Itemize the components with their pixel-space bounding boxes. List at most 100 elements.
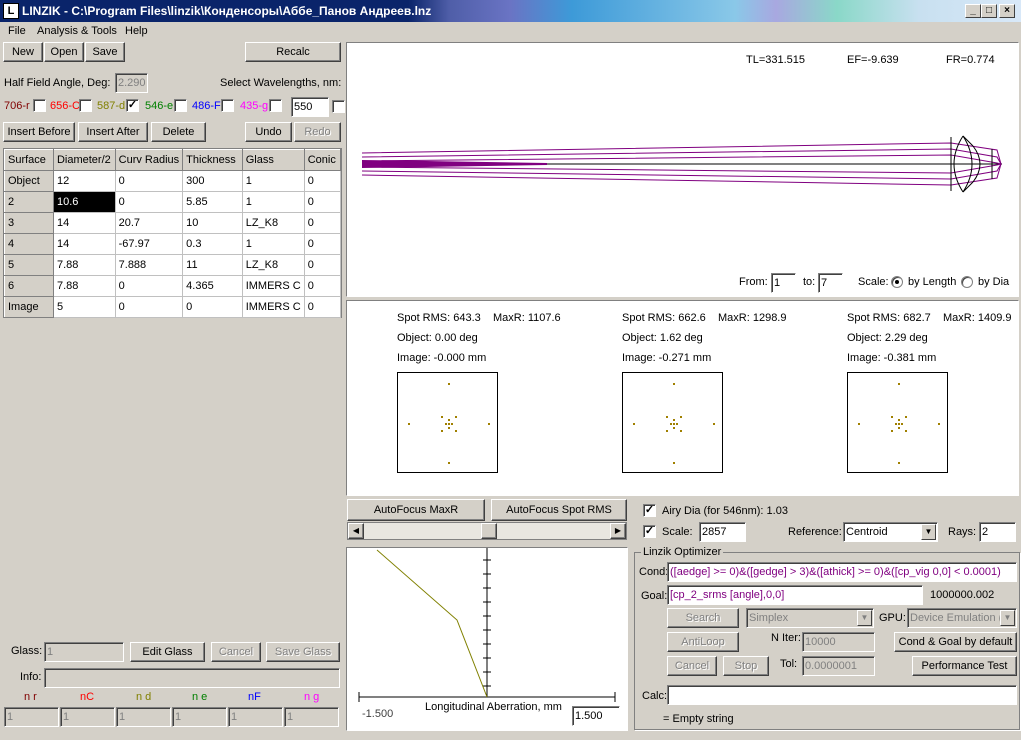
- rays-input[interactable]: 2: [979, 522, 1016, 542]
- optimizer-cancel-button[interactable]: Cancel: [667, 656, 717, 676]
- table-cell[interactable]: 0.3: [182, 233, 243, 255]
- row-header[interactable]: Image: [4, 296, 54, 318]
- menu-file[interactable]: File: [8, 25, 26, 37]
- performance-test-button[interactable]: Performance Test: [912, 656, 1017, 676]
- wavelength-checkbox-3[interactable]: [174, 99, 187, 112]
- insert-before-button[interactable]: Insert Before: [3, 122, 75, 142]
- scale-by-length-radio[interactable]: [891, 276, 903, 288]
- table-cell[interactable]: 0: [182, 296, 243, 318]
- table-cell[interactable]: -67.97: [115, 233, 184, 255]
- search-button[interactable]: Search: [667, 608, 739, 628]
- row-header[interactable]: 5: [4, 254, 54, 276]
- minimize-button[interactable]: _: [965, 4, 981, 18]
- wavelength-checkbox-1[interactable]: [79, 99, 92, 112]
- table-cell[interactable]: 0: [304, 296, 342, 318]
- table-cell[interactable]: IMMERS C: [242, 275, 305, 297]
- table-cell[interactable]: 0: [304, 191, 342, 213]
- focus-scrollbar[interactable]: ◀ ▶: [347, 522, 627, 540]
- table-cell[interactable]: 5.85: [182, 191, 243, 213]
- table-cell[interactable]: 7.88: [53, 254, 116, 276]
- redo-button[interactable]: Redo: [294, 122, 341, 142]
- table-cell[interactable]: 1: [242, 191, 305, 213]
- table-cell[interactable]: 0: [115, 191, 184, 213]
- table-cell[interactable]: 0: [304, 254, 342, 276]
- insert-after-button[interactable]: Insert After: [78, 122, 148, 142]
- stop-button[interactable]: Stop: [723, 656, 769, 676]
- row-header[interactable]: 2: [4, 191, 54, 213]
- to-input[interactable]: 7: [818, 273, 843, 293]
- table-cell[interactable]: 0: [304, 212, 342, 234]
- recalc-button[interactable]: Recalc: [245, 42, 341, 62]
- scale-by-dia-radio[interactable]: [961, 276, 973, 288]
- airy-dia-checkbox[interactable]: ✓: [643, 504, 656, 517]
- new-button[interactable]: New: [3, 42, 43, 62]
- menu-analysis-tools[interactable]: Analysis & Tools: [37, 25, 117, 37]
- row-header[interactable]: 4: [4, 233, 54, 255]
- table-cell[interactable]: 1: [242, 170, 305, 192]
- half-field-angle-input[interactable]: 2.290: [115, 73, 148, 93]
- table-cell[interactable]: 0: [115, 296, 184, 318]
- table-cell[interactable]: 7.88: [53, 275, 116, 297]
- table-cell[interactable]: 1: [242, 233, 305, 255]
- scroll-left-button[interactable]: ◀: [348, 523, 364, 539]
- surface-table[interactable]: Surface Diameter/2 Curv Radius Thickness Gla…: [3, 148, 342, 318]
- spot-scale-input[interactable]: 2857: [699, 522, 746, 542]
- goal-input[interactable]: [cp_2_srms [angle],0,0]: [667, 585, 923, 605]
- wavelength-checkbox-0[interactable]: [33, 99, 46, 112]
- from-input[interactable]: 1: [771, 273, 796, 293]
- table-cell[interactable]: 10: [182, 212, 243, 234]
- cond-goal-default-button[interactable]: Cond & Goal by default: [894, 632, 1017, 652]
- table-cell[interactable]: 14: [53, 212, 116, 234]
- wavelength-checkbox-5[interactable]: [269, 99, 282, 112]
- antiloop-button[interactable]: AntiLoop: [667, 632, 739, 652]
- custom-wavelength-input[interactable]: 550: [291, 97, 329, 117]
- column-header[interactable]: Curv Radius: [114, 149, 184, 171]
- custom-wavelength-checkbox[interactable]: [332, 100, 345, 113]
- autofocus-maxr-button[interactable]: AutoFocus MaxR: [347, 499, 485, 521]
- niter-input[interactable]: 10000: [802, 632, 875, 652]
- table-cell[interactable]: IMMERS C: [242, 296, 305, 318]
- calc-input[interactable]: [667, 685, 1017, 705]
- column-header[interactable]: Surface: [4, 149, 54, 171]
- autofocus-spot-rms-button[interactable]: AutoFocus Spot RMS: [491, 499, 627, 521]
- table-cell[interactable]: 20.7: [115, 212, 184, 234]
- row-header[interactable]: 6: [4, 275, 54, 297]
- table-cell[interactable]: 4.365: [182, 275, 243, 297]
- scroll-thumb[interactable]: [481, 523, 497, 539]
- column-header[interactable]: Glass: [241, 149, 305, 171]
- table-cell[interactable]: 10.6: [53, 191, 116, 213]
- table-cell[interactable]: LZ_K8: [242, 212, 305, 234]
- glass-input[interactable]: 1: [44, 642, 124, 662]
- tol-input[interactable]: 0.0000001: [802, 656, 875, 676]
- open-button[interactable]: Open: [44, 42, 84, 62]
- close-button[interactable]: ×: [999, 4, 1015, 18]
- method-select[interactable]: Simplex ▼: [746, 608, 874, 628]
- menu-help[interactable]: Help: [125, 25, 148, 37]
- table-cell[interactable]: 7.888: [115, 254, 184, 276]
- gpu-select[interactable]: Device Emulation ( ▼: [907, 608, 1017, 628]
- row-header[interactable]: 3: [4, 212, 54, 234]
- table-cell[interactable]: LZ_K8: [242, 254, 305, 276]
- column-header[interactable]: Conic: [303, 149, 342, 171]
- table-cell[interactable]: 0: [304, 275, 342, 297]
- table-cell[interactable]: 0: [304, 170, 342, 192]
- undo-button[interactable]: Undo: [245, 122, 292, 142]
- reference-select[interactable]: Centroid ▼: [843, 522, 938, 542]
- wavelength-checkbox-2[interactable]: ✓: [126, 99, 139, 112]
- glass-cancel-button[interactable]: Cancel: [211, 642, 261, 662]
- maximize-button[interactable]: □: [981, 4, 997, 18]
- table-cell[interactable]: 0: [304, 233, 342, 255]
- column-header[interactable]: Thickness: [182, 149, 243, 171]
- edit-glass-button[interactable]: Edit Glass: [130, 642, 205, 662]
- reference-dropdown-arrow[interactable]: ▼: [921, 524, 936, 540]
- delete-button[interactable]: Delete: [151, 122, 206, 142]
- wavelength-checkbox-4[interactable]: [221, 99, 234, 112]
- table-cell[interactable]: 12: [53, 170, 116, 192]
- row-header[interactable]: Object: [4, 170, 54, 192]
- aberration-range-input[interactable]: 1.500: [572, 706, 620, 726]
- save-glass-button[interactable]: Save Glass: [266, 642, 340, 662]
- cond-input[interactable]: ([aedge] >= 0)&([gedge] > 3)&([athick] >…: [667, 562, 1017, 582]
- table-cell[interactable]: 5: [53, 296, 116, 318]
- table-cell[interactable]: 14: [53, 233, 116, 255]
- scroll-right-button[interactable]: ▶: [610, 523, 626, 539]
